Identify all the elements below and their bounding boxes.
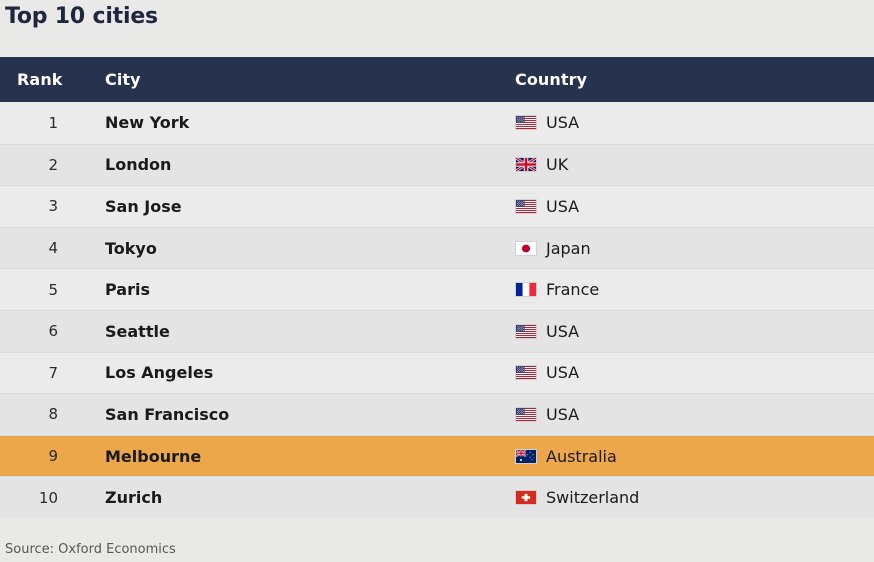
country-label: Japan — [546, 238, 591, 258]
cell-country: USA — [480, 113, 874, 132]
table-header-row: Rank City Country — [0, 57, 874, 102]
cell-city: San Francisco — [105, 404, 230, 424]
cell-country: Japan — [480, 239, 874, 258]
country-label: USA — [546, 404, 580, 424]
cell-rank: 10 — [38, 488, 58, 507]
country-label: USA — [546, 321, 580, 341]
cell-rank: 8 — [48, 405, 58, 424]
cell-city: Seattle — [105, 321, 170, 341]
cities-table: Rank City Country 1 New York USA 2 London UK 3… — [0, 57, 874, 518]
table-row[interactable]: 4 Tokyo Japan — [0, 226, 874, 269]
top-cities-table-panel: Top 10 cities Rank City Country 1 New Yor… — [0, 0, 874, 562]
cell-rank: 9 — [48, 447, 58, 466]
cell-city: San Jose — [105, 196, 182, 216]
flag-australia-icon — [515, 448, 537, 464]
cell-rank: 1 — [48, 113, 58, 132]
country-label: France — [546, 280, 600, 300]
cell-country: USA — [480, 405, 874, 424]
table-row[interactable]: 3 San Jose USA — [0, 185, 874, 227]
flag-uk-icon — [515, 157, 537, 173]
table-row[interactable]: 6 Seattle USA — [0, 309, 874, 352]
cell-country: USA — [480, 322, 874, 341]
cell-rank: 5 — [48, 280, 58, 299]
cell-country: France — [480, 280, 874, 299]
page-title: Top 10 cities — [5, 4, 158, 29]
column-header-rank[interactable]: Rank — [0, 70, 70, 89]
country-label: USA — [546, 363, 580, 383]
cell-city: Los Angeles — [105, 363, 214, 383]
flag-usa-icon — [515, 406, 537, 422]
cell-city: Zurich — [105, 488, 163, 508]
cell-city: Paris — [105, 280, 150, 300]
cell-country: UK — [480, 155, 874, 174]
country-label: USA — [546, 196, 580, 216]
cell-rank: 2 — [48, 155, 58, 174]
cell-city: London — [105, 155, 172, 175]
flag-france-icon — [515, 282, 537, 298]
source-note: Source: Oxford Economics — [5, 542, 176, 557]
table-body: 1 New York USA 2 London UK 3 San Jose USA 4 Tokyo J… — [0, 102, 874, 518]
flag-usa-icon — [515, 115, 537, 131]
cell-country: USA — [480, 363, 874, 382]
cell-city: Tokyo — [105, 238, 157, 258]
table-row[interactable]: 10 Zurich Switzerland — [0, 476, 874, 518]
flag-usa-icon — [515, 365, 537, 381]
table-row[interactable]: 8 San Francisco USA — [0, 393, 874, 435]
table-row[interactable]: 7 Los Angeles USA — [0, 351, 874, 394]
cell-rank: 6 — [48, 322, 58, 341]
table-row[interactable]: 5 Paris France — [0, 268, 874, 310]
flag-usa-icon — [515, 198, 537, 214]
flag-switzerland-icon — [515, 490, 537, 506]
table-row[interactable]: 9 Melbourne Australia — [0, 434, 874, 477]
column-header-city[interactable]: City — [70, 70, 480, 89]
country-label: USA — [546, 113, 580, 133]
flag-usa-icon — [515, 323, 537, 339]
flag-japan-icon — [515, 240, 537, 256]
cell-country: Australia — [480, 447, 874, 466]
cell-rank: 7 — [48, 363, 58, 382]
country-label: Switzerland — [546, 488, 640, 508]
cell-rank: 4 — [48, 239, 58, 258]
column-header-country[interactable]: Country — [480, 70, 874, 89]
table-row[interactable]: 1 New York USA — [0, 102, 874, 144]
cell-city: Melbourne — [105, 446, 202, 466]
cell-city: New York — [105, 113, 190, 133]
cell-country: Switzerland — [480, 488, 874, 507]
cell-country: USA — [480, 197, 874, 216]
cell-rank: 3 — [48, 197, 58, 216]
country-label: UK — [546, 155, 569, 175]
country-label: Australia — [546, 446, 617, 466]
table-row[interactable]: 2 London UK — [0, 143, 874, 186]
